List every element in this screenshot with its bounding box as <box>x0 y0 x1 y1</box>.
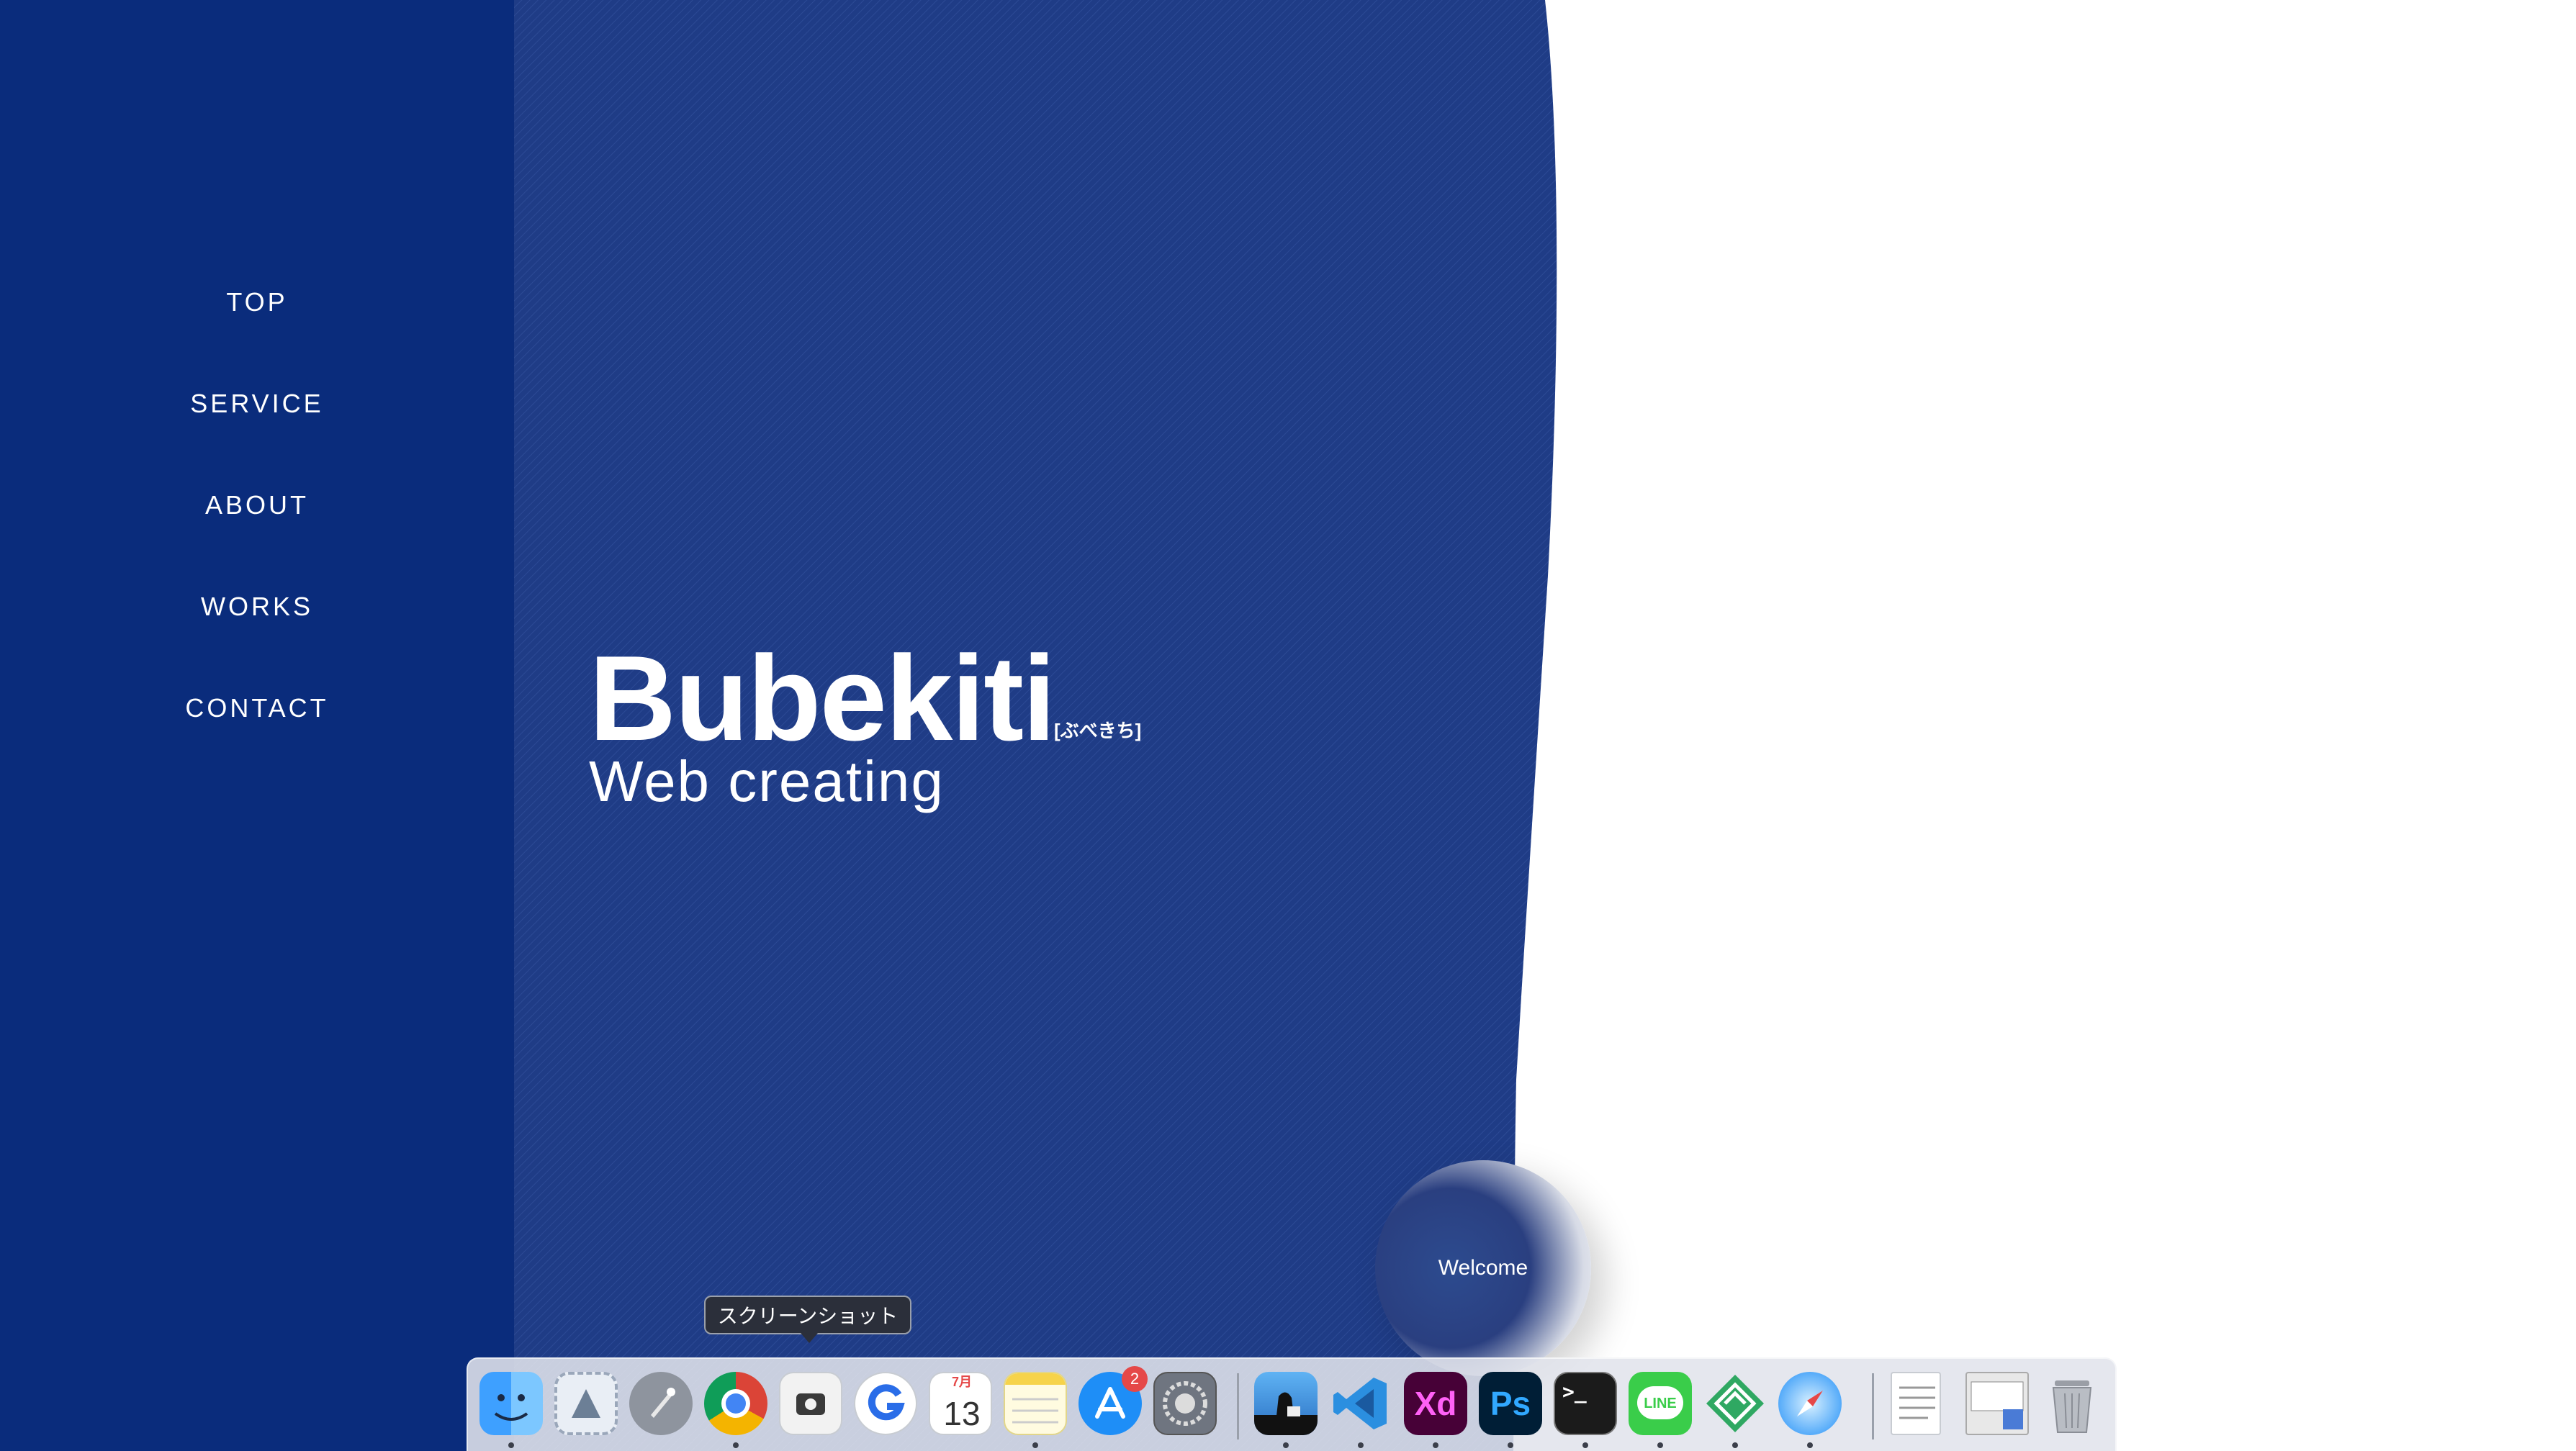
dock-tooltip: スクリーンショット <box>704 1296 911 1343</box>
chrome-running-dot <box>733 1442 739 1448</box>
green-diamond-app-icon[interactable] <box>1703 1372 1767 1435</box>
welcome-bubble[interactable]: Welcome <box>1375 1160 1591 1376</box>
photoshop-icon[interactable]: Ps <box>1479 1372 1542 1435</box>
xd-running-dot <box>1433 1442 1438 1448</box>
launchpad-icon[interactable] <box>629 1372 693 1435</box>
line-icon[interactable]: LINE <box>1629 1372 1692 1435</box>
system-preferences-icon[interactable] <box>1153 1372 1217 1435</box>
terminal-prompt: >_ <box>1562 1380 1587 1403</box>
line-running-dot <box>1657 1442 1663 1448</box>
macos-dock: 7月 13 2 Xd Ps >_ LINE <box>467 1357 2117 1451</box>
safari-running-dot <box>1807 1442 1813 1448</box>
terminal-running-dot <box>1582 1442 1588 1448</box>
finder-running-dot <box>508 1442 514 1448</box>
chrome-icon[interactable] <box>704 1372 767 1435</box>
app-store-badge: 2 <box>1122 1366 1148 1392</box>
safari-icon[interactable] <box>1778 1372 1842 1435</box>
notes-running-dot <box>1032 1442 1038 1448</box>
hero-background <box>514 0 1557 1451</box>
screenshot-icon[interactable] <box>779 1372 842 1435</box>
dock-divider-2 <box>1872 1373 1874 1439</box>
ps-running-dot <box>1508 1442 1513 1448</box>
kindle-running-dot <box>1283 1442 1289 1448</box>
hero-title: Bubekiti <box>589 630 1056 766</box>
finder-icon[interactable] <box>479 1372 543 1435</box>
notes-icon[interactable] <box>1004 1372 1067 1435</box>
kindle-icon[interactable] <box>1254 1372 1318 1435</box>
line-label: LINE <box>1644 1396 1677 1411</box>
dock-divider-1 <box>1237 1373 1239 1439</box>
vscode-icon[interactable] <box>1329 1372 1392 1435</box>
green-app-running-dot <box>1732 1442 1738 1448</box>
screenshot-thumbnail-icon[interactable] <box>1965 1372 2029 1435</box>
hero-tagline: Web creating <box>589 749 945 813</box>
g-app-icon[interactable] <box>854 1372 917 1435</box>
adobe-xd-icon[interactable]: Xd <box>1404 1372 1467 1435</box>
calendar-day: 13 <box>943 1395 981 1432</box>
calendar-icon[interactable]: 7月 13 <box>929 1372 992 1435</box>
document-icon[interactable] <box>1891 1372 1941 1435</box>
calendar-month: 7月 <box>951 1375 972 1389</box>
terminal-icon[interactable]: >_ <box>1554 1372 1617 1435</box>
trash-icon[interactable] <box>2040 1372 2104 1435</box>
vscode-running-dot <box>1358 1442 1364 1448</box>
hero-subtitle: [ぶべきち] <box>1054 720 1142 741</box>
mail-icon[interactable] <box>554 1372 618 1435</box>
